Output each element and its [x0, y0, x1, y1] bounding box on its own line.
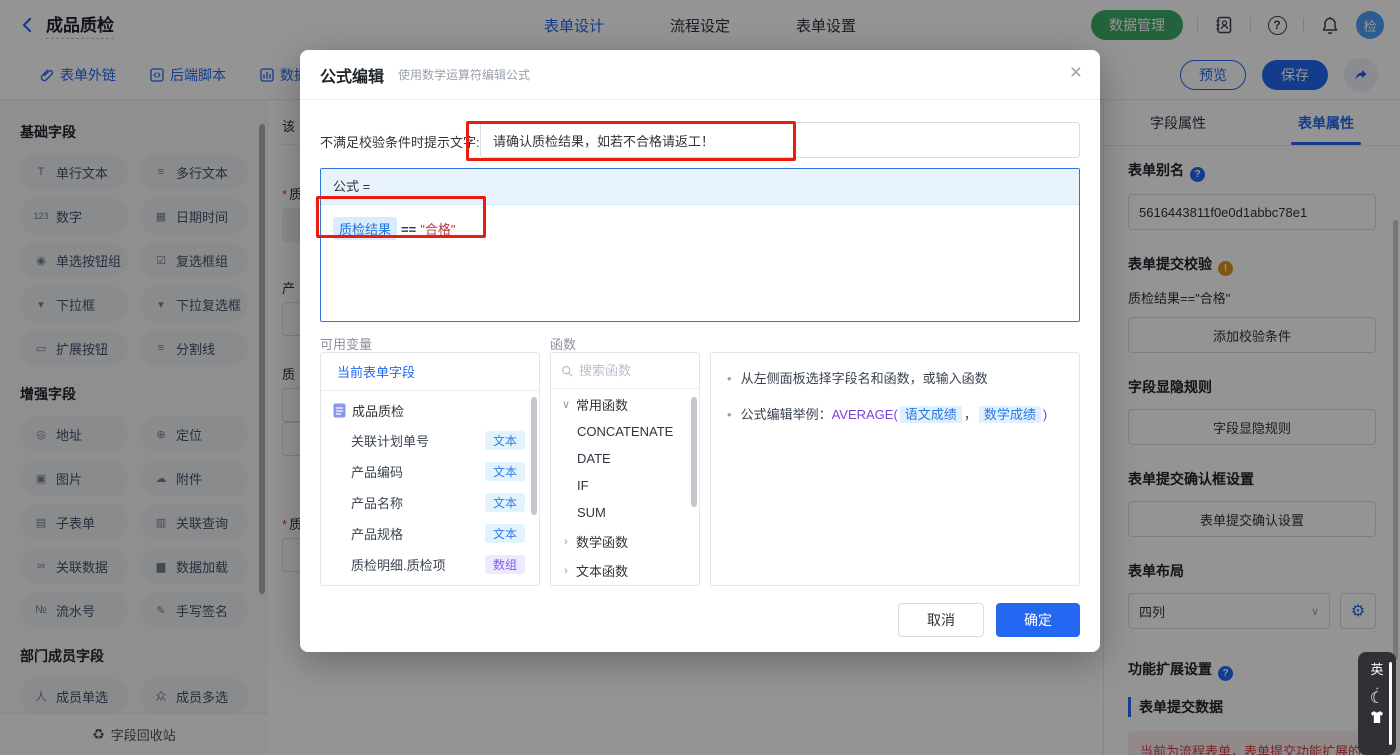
type-badge-text: 文本: [484, 493, 525, 512]
app-root: 成品质检 表单设计 流程设定 表单设置 数据管理 ? 检 表单外链 后端脚本 预…: [0, 0, 1400, 755]
translate-widget: 英 ˏ ☾: [1358, 652, 1396, 755]
formula-edit-modal: 公式编辑 使用数学运算符编辑公式 × 不满足校验条件时提示文字: 公式 = 质检…: [300, 50, 1100, 652]
tshirt-icon[interactable]: [1369, 710, 1385, 724]
variables-section-label: 可用变量: [320, 337, 373, 352]
type-badge-array: 数组: [484, 555, 525, 574]
function-group-common[interactable]: ∨ 常用函数: [551, 391, 699, 418]
function-search-row: [551, 353, 699, 389]
functions-section-label: 函数: [550, 337, 577, 352]
modal-title: 公式编辑: [320, 68, 385, 86]
variable-field-row[interactable]: 关联计划单号 文本: [321, 425, 539, 456]
current-form-fields-tab[interactable]: 当前表单字段: [337, 362, 415, 381]
string-literal-token: "合格": [420, 222, 456, 237]
function-item-sum[interactable]: SUM: [551, 499, 699, 526]
variable-field-row[interactable]: 质检明细.检验方法数组: [321, 580, 539, 585]
close-icon[interactable]: ×: [1070, 62, 1082, 83]
modal-subtitle: 使用数学运算符编辑公式: [398, 68, 531, 82]
type-badge-text: 文本: [484, 524, 525, 543]
modal-header: 公式编辑 使用数学运算符编辑公式 ×: [300, 50, 1100, 100]
field-token-chip[interactable]: 质检结果: [333, 217, 398, 240]
prompt-text-label: 不满足校验条件时提示文字:: [320, 135, 480, 150]
example-chip: 数学成绩: [978, 406, 1041, 423]
form-tree-root[interactable]: 成品质检: [321, 395, 539, 425]
chevron-down-icon: ∨: [561, 399, 571, 411]
tip-line-1: • 从左侧面板选择字段名和函数，或输入函数: [727, 371, 988, 386]
variables-scrollbar[interactable]: [531, 397, 537, 515]
formula-editor: 公式 = 质检结果 == "合格": [320, 168, 1080, 322]
confirm-button[interactable]: 确定: [996, 603, 1080, 637]
function-item-concatenate[interactable]: CONCATENATE: [551, 418, 699, 445]
prompt-text-input[interactable]: [480, 122, 1080, 158]
variables-tab-row: 当前表单字段: [321, 353, 539, 391]
variable-field-row[interactable]: 产品编码 文本: [321, 456, 539, 487]
cancel-button[interactable]: 取消: [898, 603, 984, 637]
mark-glyph: ˏ: [1375, 676, 1379, 690]
form-doc-icon: [333, 403, 346, 417]
tip-line-2: • 公式编辑举例：AVERAGE(语文成绩，数学成绩): [727, 406, 1048, 423]
function-group-math[interactable]: › 数学函数: [551, 528, 699, 555]
functions-panel: ∨常用函数 CONCATENATE DATE IF SUM ›数学函数 ›文本函…: [550, 352, 700, 586]
variable-field-row[interactable]: 产品名称 文本: [321, 487, 539, 518]
search-icon: [561, 365, 573, 376]
example-chip: 语文成绩: [899, 406, 962, 423]
chevron-right-icon: ›: [564, 564, 568, 577]
operator-token: ==: [401, 222, 417, 237]
function-group-text[interactable]: › 文本函数: [551, 557, 699, 584]
function-item-date[interactable]: DATE: [551, 445, 699, 472]
page-scrollbar[interactable]: [1389, 662, 1392, 745]
moon-icon[interactable]: ☾: [1370, 688, 1384, 708]
variable-field-row[interactable]: 产品规格 文本: [321, 518, 539, 549]
variable-field-row[interactable]: 质检明细.质检项 数组: [321, 549, 539, 580]
formula-body[interactable]: 质检结果 == "合格": [321, 205, 1079, 252]
type-badge-text: 文本: [484, 462, 525, 481]
variables-panel: 当前表单字段 成品质检 关联计划单号 文本 产品编码 文本 产品名称 文本 产品规格文…: [320, 352, 540, 586]
type-badge-text: 文本: [484, 431, 525, 450]
functions-scrollbar[interactable]: [691, 397, 697, 507]
chevron-right-icon: ›: [564, 535, 568, 548]
formula-header: 公式 =: [321, 169, 1079, 205]
function-search-input[interactable]: [579, 363, 689, 378]
tips-panel: • 从左侧面板选择字段名和函数，或输入函数 • 公式编辑举例：AVERAGE(语文成…: [710, 352, 1080, 586]
function-item-if[interactable]: IF: [551, 472, 699, 499]
